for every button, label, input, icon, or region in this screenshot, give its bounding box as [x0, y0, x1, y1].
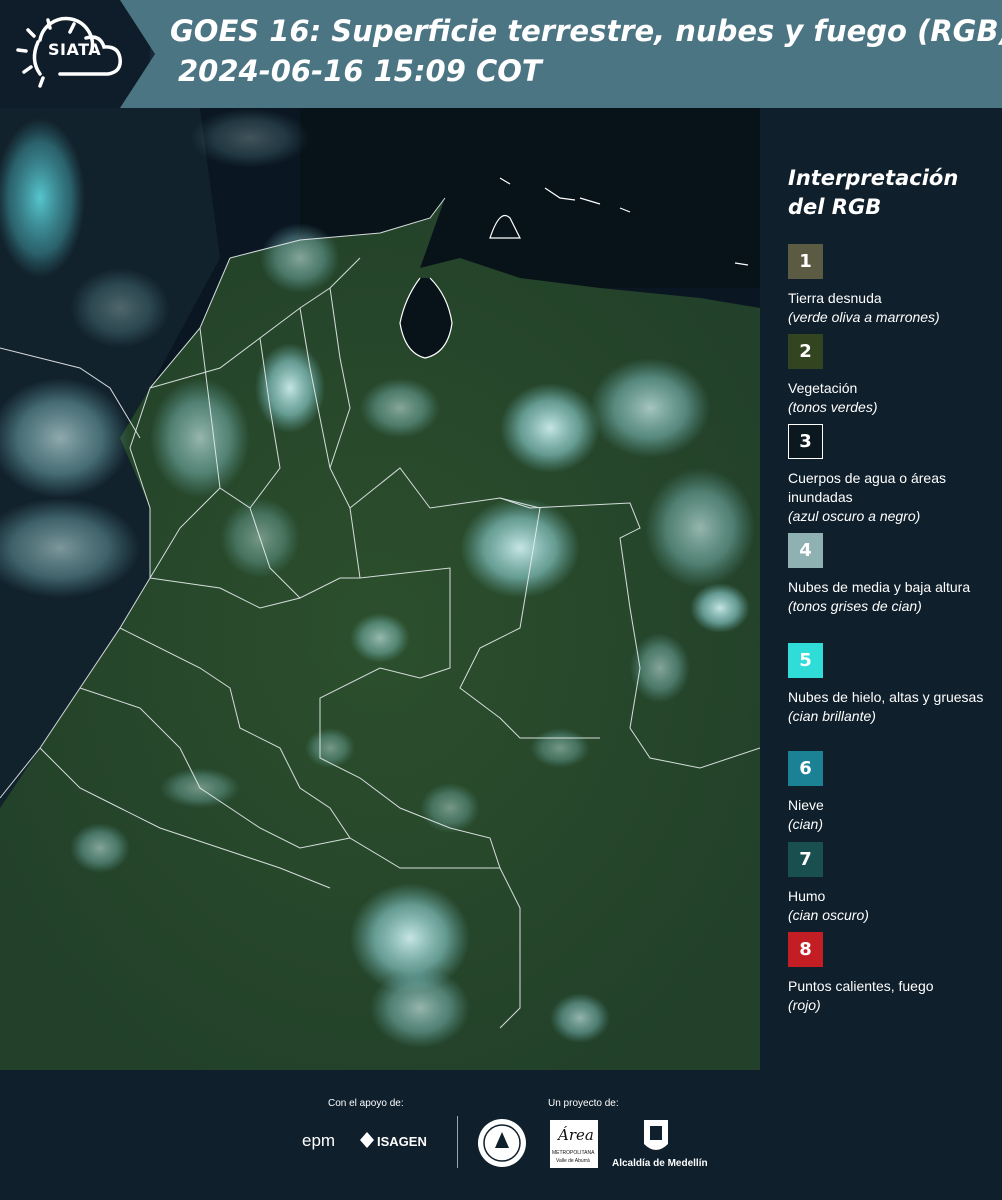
satellite-image — [0, 108, 760, 1070]
isagen-logo: ISAGEN — [377, 1134, 427, 1149]
epm-logo: epm — [302, 1131, 336, 1150]
rgb-legend: Interpretación del RGB 1 Tierra desnuda … — [760, 108, 1002, 1070]
isagen-icon — [360, 1132, 374, 1152]
project-caption: Un proyecto de: — [548, 1098, 619, 1109]
legend-swatch: 5 — [788, 643, 823, 678]
legend-swatch: 7 — [788, 842, 823, 877]
legend-swatch: 1 — [788, 244, 823, 279]
alcaldia-logo: Alcaldía de Medellín — [612, 1158, 708, 1169]
footer-divider — [457, 1116, 458, 1168]
support-caption: Con el apoyo de: — [328, 1098, 404, 1109]
header: SIATA GOES 16: Superficie terrestre, nub… — [0, 0, 1002, 108]
legend-swatch: 8 — [788, 932, 823, 967]
legend-item-snow: 6 Nieve (cian) — [788, 751, 998, 834]
legend-item-ice-clouds: 5 Nubes de hielo, altas y gruesas (cian … — [788, 643, 998, 726]
legend-item-bare-soil: 1 Tierra desnuda (verde oliva a marrones… — [788, 244, 998, 327]
legend-item-water: 3 Cuerpos de agua o áreas inundadas (azu… — [788, 424, 998, 526]
legend-item-vegetation: 2 Vegetación (tonos verdes) — [788, 334, 998, 417]
legend-item-low-clouds: 4 Nubes de media y baja altura (tonos gr… — [788, 533, 998, 616]
seal-icon — [477, 1118, 527, 1172]
satellite-map[interactable] — [0, 108, 760, 1070]
legend-title: Interpretación del RGB — [788, 166, 959, 219]
legend-swatch: 6 — [788, 751, 823, 786]
legend-swatch: 3 — [788, 424, 823, 459]
footer: Con el apoyo de: Un proyecto de: epm ISA… — [0, 1070, 1002, 1200]
legend-swatch: 2 — [788, 334, 823, 369]
siata-wordmark: SIATA — [48, 40, 102, 59]
siata-logo: SIATA — [0, 0, 150, 108]
area-metropolitana-logo: Área METROPOLITANA Valle de Aburrá — [550, 1120, 598, 1168]
page-timestamp: 2024-06-16 15:09 COT — [178, 54, 542, 88]
legend-item-fire: 8 Puntos calientes, fuego (rojo) — [788, 932, 998, 1015]
alcaldia-shield-icon — [642, 1118, 670, 1160]
page-title: GOES 16: Superficie terrestre, nubes y f… — [170, 14, 1002, 48]
legend-item-smoke: 7 Humo (cian oscuro) — [788, 842, 998, 925]
legend-swatch: 4 — [788, 533, 823, 568]
